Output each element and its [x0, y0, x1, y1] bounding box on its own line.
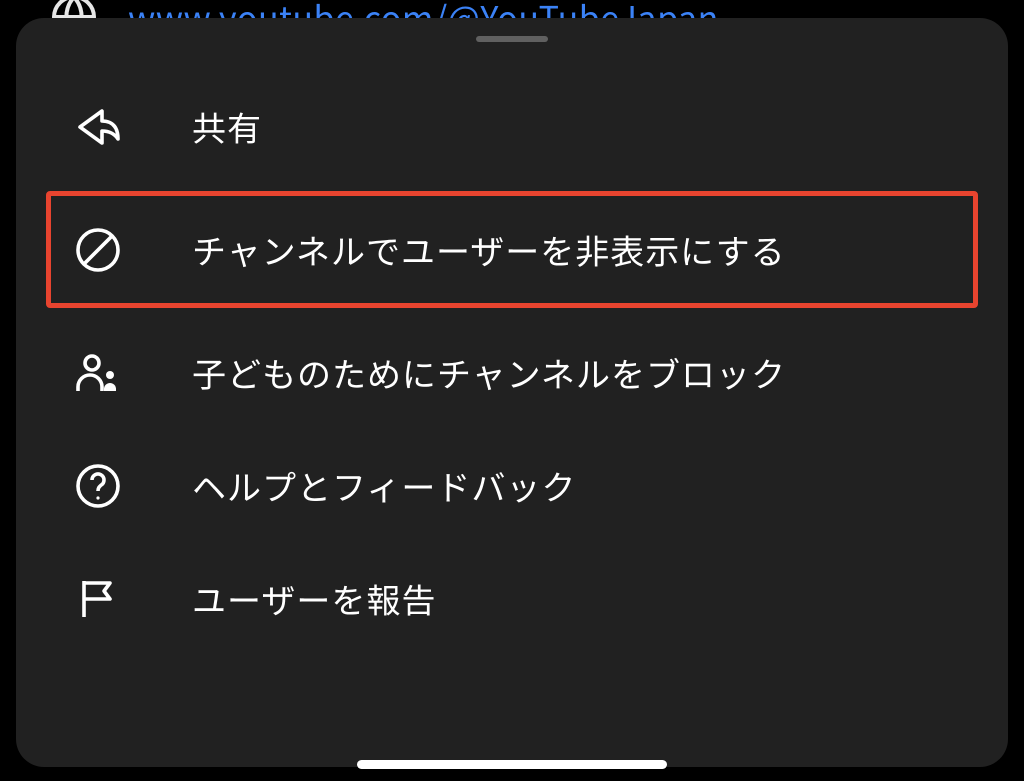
home-indicator[interactable]: [357, 760, 667, 769]
menu-label: ヘルプとフィードバック: [192, 461, 576, 510]
menu-item-block-for-kids[interactable]: 子どものためにチャンネルをブロック: [16, 316, 1008, 429]
menu-label: ユーザーを報告: [192, 574, 436, 623]
family-icon: [74, 349, 122, 397]
menu-list: 共有 チャンネルでユーザーを非表示にする 子どものためにチャンネルをブロック: [16, 70, 1008, 655]
menu-label: チャンネルでユーザーを非表示にする: [192, 225, 786, 274]
menu-label: 共有: [192, 102, 262, 151]
share-icon: [74, 103, 122, 151]
menu-label: 子どものためにチャンネルをブロック: [192, 348, 786, 397]
menu-item-report-user[interactable]: ユーザーを報告: [16, 542, 1008, 655]
flag-icon: [74, 575, 122, 623]
block-icon: [74, 226, 122, 274]
bottom-sheet: 共有 チャンネルでユーザーを非表示にする 子どものためにチャンネルをブロック: [16, 18, 1008, 767]
help-icon: [74, 462, 122, 510]
drag-handle[interactable]: [476, 36, 548, 42]
menu-item-help-feedback[interactable]: ヘルプとフィードバック: [16, 429, 1008, 542]
menu-item-share[interactable]: 共有: [16, 70, 1008, 183]
menu-item-hide-user[interactable]: チャンネルでユーザーを非表示にする: [16, 183, 1008, 316]
